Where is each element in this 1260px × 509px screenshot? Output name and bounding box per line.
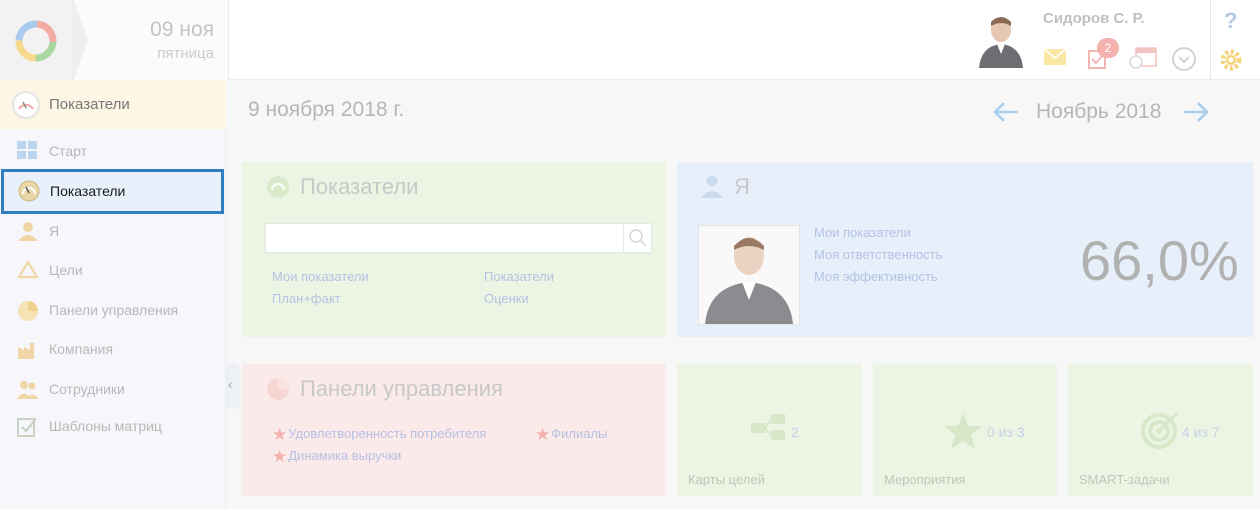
search-button[interactable] [623, 224, 651, 252]
link-my-responsibility[interactable]: Моя ответственность [814, 247, 942, 262]
factory-icon [18, 343, 34, 359]
gear-icon[interactable] [1219, 48, 1243, 72]
events-count: 0 из 3 [987, 424, 1025, 440]
sidebar-item-label: Цели [49, 262, 83, 278]
arrow-right-icon[interactable] [1182, 101, 1210, 123]
favorite-dashboard-link[interactable]: ★Динамика выручки [272, 447, 401, 467]
sidebar-collapse-button[interactable]: ‹ [226, 363, 240, 409]
events-label: Мероприятия [884, 472, 966, 487]
dashboards-card-title: Панели управления [300, 376, 503, 401]
sidebar-item-label: Панели управления [49, 302, 179, 318]
user-name[interactable]: Сидоров С. Р. [1043, 10, 1145, 27]
top-bar: 09 ноя пятница Сидоров С. Р. 2 ? [0, 0, 1260, 80]
link-my-efficiency[interactable]: Моя эффективность [814, 269, 938, 284]
date-day: 09 ноя [150, 18, 214, 41]
star-icon: ★ [272, 425, 288, 444]
me-card-title: Я [734, 174, 750, 199]
person-icon [701, 175, 723, 198]
arrow-left-icon[interactable] [992, 101, 1020, 123]
date-chevron-shape [72, 0, 88, 80]
sidebar-item-company[interactable]: Компания [0, 329, 226, 369]
mail-icon[interactable] [1043, 48, 1067, 66]
gauge-icon [267, 176, 289, 198]
sidebar-section-title: Показатели [49, 96, 130, 113]
template-check-icon [17, 418, 37, 437]
goal-map-icon [751, 414, 785, 440]
sidebar-item-employees[interactable]: Сотрудники [0, 369, 226, 409]
sidebar: Показатели Старт Показатели Я Цели Панел… [0, 80, 226, 509]
grid-icon [17, 141, 37, 159]
star-icon [944, 413, 982, 449]
month-navigator: Ноябрь 2018 [990, 98, 1215, 128]
sidebar-item-indicators[interactable]: Показатели [1, 169, 224, 214]
help-icon[interactable]: ? [1224, 8, 1237, 34]
sidebar-section-header: Показатели [0, 80, 226, 129]
link-my-indicators[interactable]: Мои показатели [272, 269, 369, 284]
link-my-indicators[interactable]: Мои показатели [814, 225, 911, 240]
gauge-icon [12, 91, 40, 119]
date-weekday: пятница [157, 45, 214, 62]
page-title: 9 ноября 2018 г. [248, 98, 405, 121]
goal-maps-label: Карты целей [688, 472, 765, 487]
search-icon [629, 229, 647, 247]
indicators-card-title: Показатели [300, 174, 419, 199]
smart-tasks-label: SMART-задачи [1079, 472, 1170, 487]
sidebar-item-label: Я [49, 223, 60, 239]
sidebar-item-label: Показатели [50, 183, 126, 199]
person-icon [18, 222, 38, 241]
link-ratings[interactable]: Оценки [484, 291, 529, 306]
goal-maps-count: 2 [791, 424, 799, 440]
sidebar-item-dashboards[interactable]: Панели управления [0, 290, 226, 330]
chevron-left-icon: ‹ [228, 377, 233, 392]
chevron-down-icon[interactable] [1171, 46, 1197, 72]
sidebar-item-start[interactable]: Старт [0, 131, 226, 171]
indicators-search-input[interactable] [265, 223, 652, 253]
target-icon [1141, 411, 1179, 449]
target-hanger-icon [17, 260, 39, 279]
app-logo[interactable] [0, 0, 72, 80]
user-avatar[interactable] [977, 10, 1025, 68]
calendar-icon[interactable] [1128, 46, 1158, 70]
sidebar-item-matrix-templates[interactable]: Шаблоны матриц [0, 406, 226, 446]
current-date-box: 09 ноя пятница [72, 0, 229, 80]
star-icon: ★ [535, 425, 551, 444]
sidebar-item-label: Старт [49, 143, 88, 159]
smart-tasks-count: 4 из 7 [1182, 424, 1220, 440]
gauge-icon [18, 180, 40, 202]
sidebar-item-goals[interactable]: Цели [0, 250, 226, 290]
pie-icon [18, 301, 38, 321]
people-icon [17, 381, 39, 399]
efficiency-value: 66,0% [1080, 229, 1239, 292]
star-icon: ★ [272, 447, 288, 466]
sidebar-item-label: Компания [49, 341, 114, 357]
user-photo [698, 225, 800, 325]
favorite-dashboard-link[interactable]: ★Филиалы [535, 425, 607, 445]
favorite-dashboard-link[interactable]: ★Удовлетворенность потребителя [272, 425, 486, 445]
link-plan-fact[interactable]: План+факт [272, 291, 341, 306]
logo-ring-icon [15, 20, 57, 62]
pie-icon [267, 378, 289, 400]
sidebar-item-label: Сотрудники [49, 381, 125, 397]
sidebar-item-me[interactable]: Я [0, 211, 226, 251]
month-label: Ноябрь 2018 [1036, 100, 1162, 123]
sidebar-item-label: Шаблоны матриц [49, 418, 162, 434]
link-indicators[interactable]: Показатели [484, 269, 554, 284]
tasks-count-badge: 2 [1097, 38, 1119, 58]
